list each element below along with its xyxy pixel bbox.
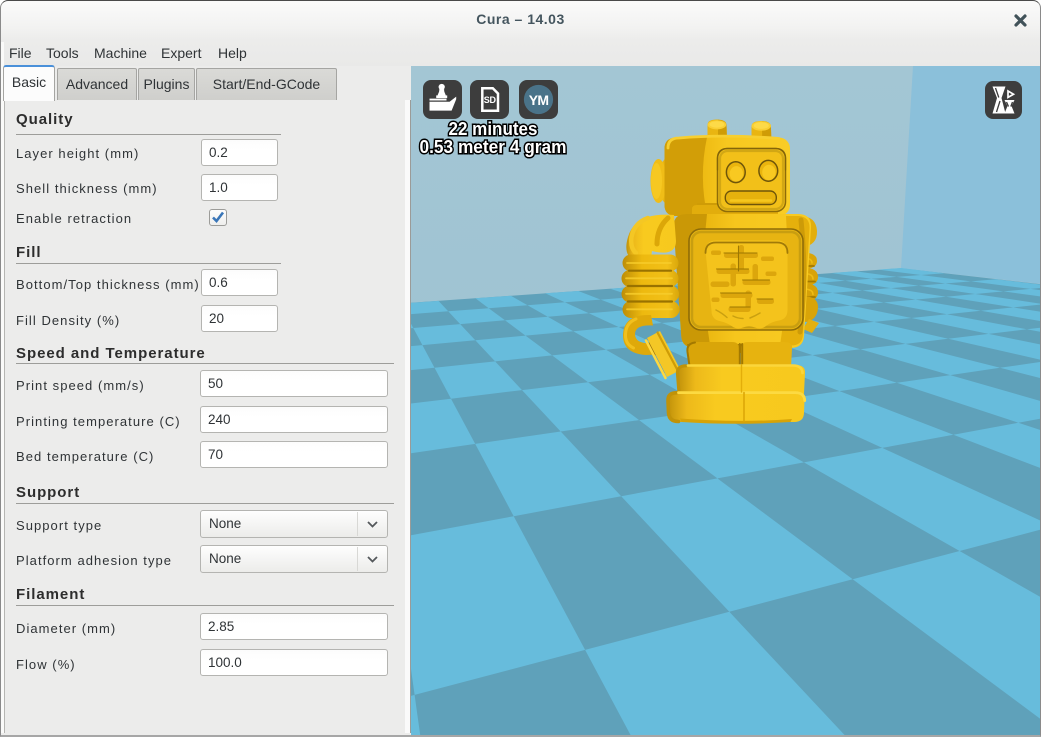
svg-text:0.53 meter 4 gram: 0.53 meter 4 gram (420, 137, 567, 157)
